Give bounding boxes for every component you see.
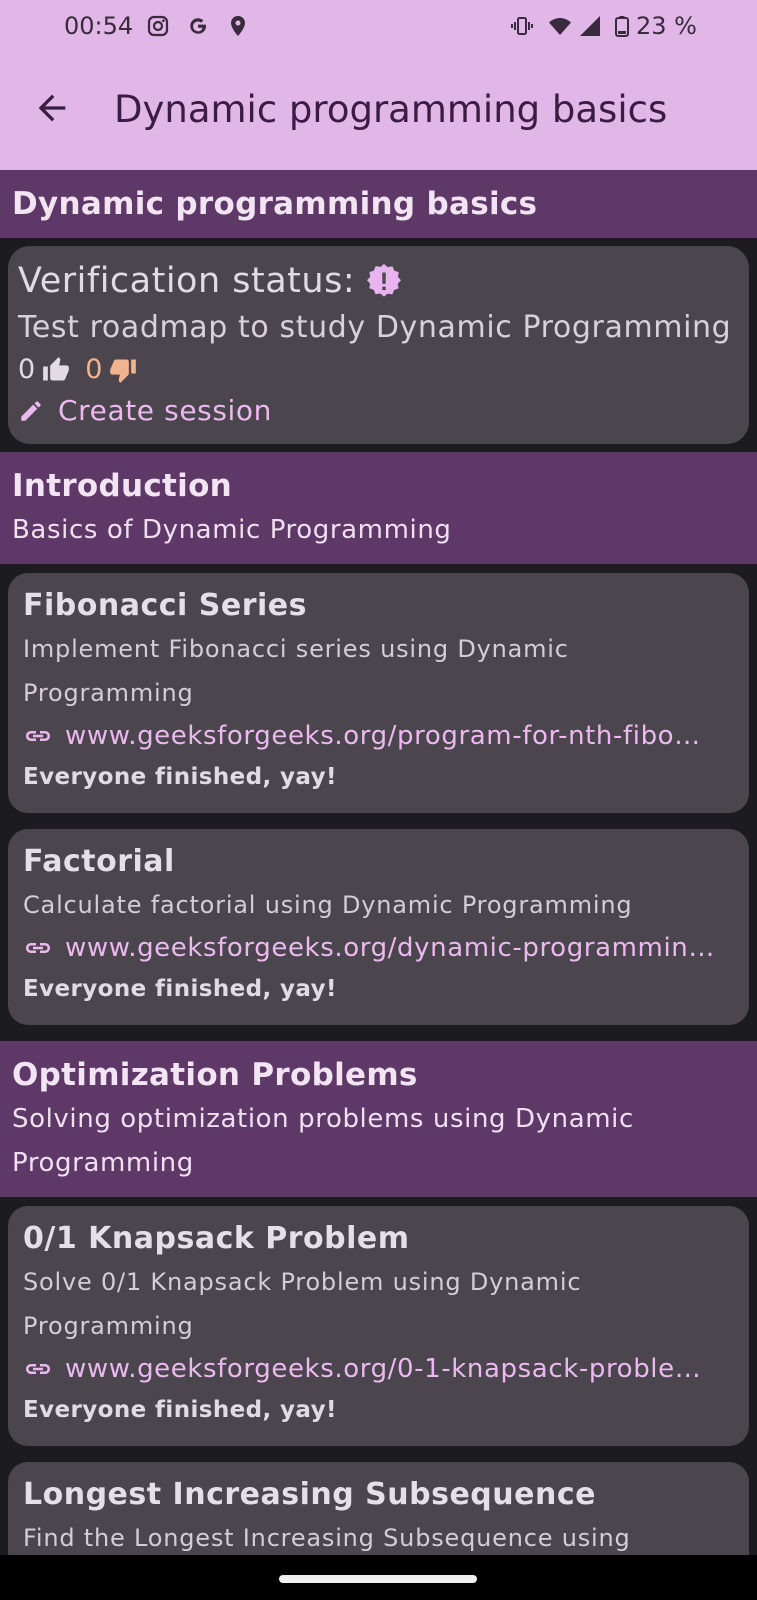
section-title: Optimization Problems xyxy=(12,1057,418,1093)
navigation-bar xyxy=(0,1555,757,1600)
app-bar: Dynamic programming basics xyxy=(0,56,757,170)
battery-icon xyxy=(615,16,629,37)
task-card[interactable]: Longest Increasing Subsequence Find the … xyxy=(8,1462,749,1555)
google-icon xyxy=(190,18,206,34)
section-subtitle: Solving optimization problems using Dyna… xyxy=(12,1104,634,1178)
gesture-handle[interactable] xyxy=(279,1575,477,1583)
task-card[interactable]: Fibonacci Series Implement Fibonacci ser… xyxy=(8,573,749,813)
battery-percent: 23 % xyxy=(636,12,697,40)
task-status: Everyone finished, yay! xyxy=(23,764,337,790)
instagram-icon xyxy=(147,15,169,37)
roadmap-header: Dynamic programming basics xyxy=(0,170,757,238)
task-card[interactable]: 0/1 Knapsack Problem Solve 0/1 Knapsack … xyxy=(8,1206,749,1446)
status-bar: 00:54 23 % xyxy=(0,0,757,56)
section-title: Introduction xyxy=(12,468,233,504)
roadmap-title: Dynamic programming basics xyxy=(12,186,538,222)
wifi-icon xyxy=(549,18,571,35)
section-subtitle: Basics of Dynamic Programming xyxy=(12,515,452,545)
link-icon xyxy=(26,731,50,741)
location-pin-icon xyxy=(231,16,245,36)
task-link[interactable]: www.geeksforgeeks.org/0-1-knapsack-probl… xyxy=(23,1348,734,1390)
task-description: Implement Fibonacci series using Dynamic… xyxy=(23,635,569,707)
task-link-text: www.geeksforgeeks.org/program-for-nth-fi… xyxy=(65,721,701,751)
status-time: 00:54 xyxy=(64,12,134,40)
section-header: Introduction Basics of Dynamic Programmi… xyxy=(0,452,757,564)
arrow-back-icon[interactable] xyxy=(32,88,72,128)
page-title: Dynamic programming basics xyxy=(114,88,668,131)
task-description: Find the Longest Increasing Subsequence … xyxy=(23,1524,631,1552)
cell-signal-icon xyxy=(580,16,600,36)
pencil-icon xyxy=(21,401,41,421)
upvote-count: 0 xyxy=(18,354,36,385)
task-card[interactable]: Factorial Calculate factorial using Dyna… xyxy=(8,829,749,1025)
task-description: Solve 0/1 Knapsack Problem using Dynamic… xyxy=(23,1268,582,1340)
task-link[interactable]: www.geeksforgeeks.org/dynamic-programmin… xyxy=(23,927,734,969)
task-link-text: www.geeksforgeeks.org/dynamic-programmin… xyxy=(65,933,715,963)
screen: 00:54 23 % Dynamic programming basics Dy… xyxy=(0,0,757,1600)
unverified-badge-icon xyxy=(367,264,402,297)
downvote-count: 0 xyxy=(85,354,103,385)
link-icon xyxy=(26,943,50,953)
task-title: 0/1 Knapsack Problem xyxy=(23,1221,410,1256)
task-status: Everyone finished, yay! xyxy=(23,976,337,1002)
task-link-text: www.geeksforgeeks.org/0-1-knapsack-probl… xyxy=(65,1354,702,1384)
roadmap-info-card: Verification status: Test roadmap to stu… xyxy=(8,246,749,444)
vote-row: 0 0 xyxy=(18,350,739,390)
roadmap-description: Test roadmap to study Dynamic Programmin… xyxy=(18,310,732,345)
thumb-down-icon[interactable] xyxy=(108,356,138,384)
roadmap-content[interactable]: Dynamic programming basics Verification … xyxy=(0,170,757,1555)
create-session-label: Create session xyxy=(58,394,272,427)
task-title: Factorial xyxy=(23,844,175,879)
thumb-up-icon[interactable] xyxy=(41,356,71,384)
create-session-button[interactable]: Create session xyxy=(18,390,739,432)
task-description: Calculate factorial using Dynamic Progra… xyxy=(23,891,633,919)
link-icon xyxy=(26,1364,50,1374)
verification-status-label: Verification status: xyxy=(18,261,356,301)
section-header: Optimization Problems Solving optimizati… xyxy=(0,1041,757,1197)
task-title: Longest Increasing Subsequence xyxy=(23,1477,596,1512)
task-title: Fibonacci Series xyxy=(23,588,307,623)
vibrate-icon xyxy=(511,17,533,35)
task-status: Everyone finished, yay! xyxy=(23,1397,337,1423)
task-link[interactable]: www.geeksforgeeks.org/program-for-nth-fi… xyxy=(23,715,734,757)
